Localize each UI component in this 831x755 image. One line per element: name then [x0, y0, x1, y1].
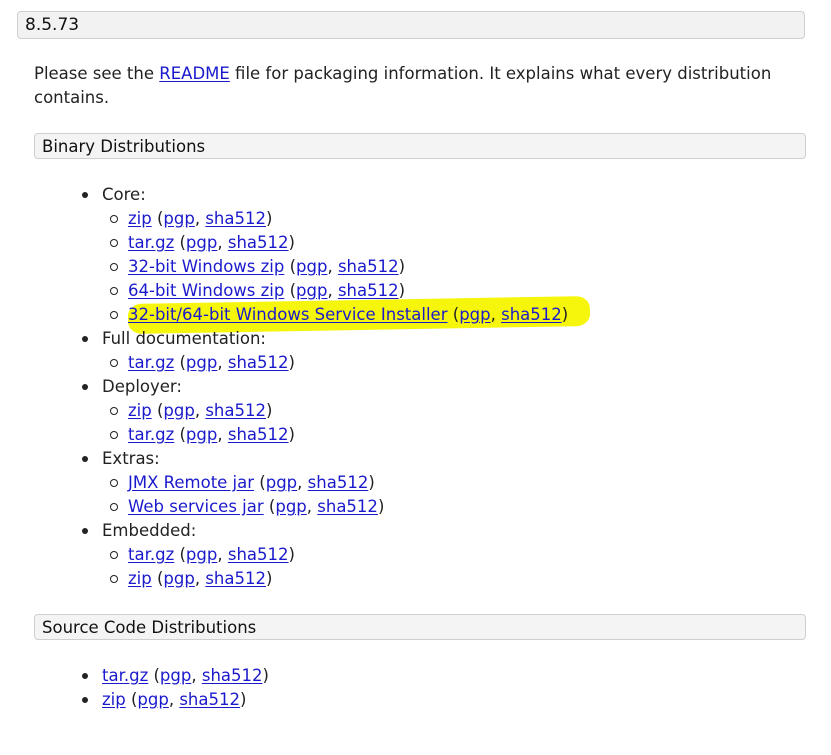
binary-distributions-title: Binary Distributions — [42, 137, 206, 156]
full-documentation-tar-gz-link[interactable]: tar.gz — [128, 353, 174, 372]
deployer-zip-pgp-link[interactable]: pgp — [163, 401, 194, 420]
list-item: tar.gz (pgp, sha512) — [78, 664, 269, 688]
distribution-file-list: zip (pgp, sha512) tar.gz (pgp, sha512) — [78, 399, 831, 447]
extras-web-services-jar-pgp-link[interactable]: pgp — [275, 497, 306, 516]
deployer-zip-link[interactable]: zip — [128, 401, 152, 420]
core-tar-gz-sha512-link[interactable]: sha512 — [228, 233, 289, 252]
core-32-bit-64-bit-windows-service-installer-link[interactable]: 32-bit/64-bit Windows Service Installer — [128, 305, 448, 324]
list-item: JMX Remote jar (pgp, sha512) — [110, 471, 831, 495]
core-tar-gz-link[interactable]: tar.gz — [128, 233, 174, 252]
core-32-bit-64-bit-windows-service-installer-pgp-link[interactable]: pgp — [459, 305, 490, 324]
distribution-group-label: Core: — [102, 185, 146, 204]
core-32-bit-windows-zip-pgp-link[interactable]: pgp — [296, 257, 327, 276]
list-item: zip (pgp, sha512) — [110, 207, 831, 231]
distribution-file-list: tar.gz (pgp, sha512) — [78, 351, 831, 375]
full-documentation-tar-gz-pgp-link[interactable]: pgp — [186, 353, 217, 372]
extras-jmx-remote-jar-sha512-link[interactable]: sha512 — [308, 473, 369, 492]
binary-distributions-list: Core: zip (pgp, sha512) tar.gz (pgp, sha51… — [78, 183, 831, 591]
intro-paragraph: Please see the README file for packaging… — [34, 64, 772, 107]
source-zip-link[interactable]: zip — [102, 690, 126, 709]
source-tar-gz-pgp-link[interactable]: pgp — [160, 666, 191, 685]
extras-web-services-jar-link[interactable]: Web services jar — [128, 497, 264, 516]
core-32-bit-windows-zip-sha512-link[interactable]: sha512 — [338, 257, 399, 276]
distribution-group-core: Core: zip (pgp, sha512) tar.gz (pgp, sha51… — [78, 183, 831, 327]
distribution-group-label: Extras: — [102, 449, 160, 468]
core-zip-sha512-link[interactable]: sha512 — [205, 209, 266, 228]
source-distributions-header: Source Code Distributions — [34, 614, 806, 640]
core-64-bit-windows-zip-link[interactable]: 64-bit Windows zip — [128, 281, 284, 300]
embedded-zip-link[interactable]: zip — [128, 569, 152, 588]
distribution-group-label: Embedded: — [102, 521, 197, 540]
embedded-tar-gz-pgp-link[interactable]: pgp — [186, 545, 217, 564]
full-documentation-tar-gz-sha512-link[interactable]: sha512 — [228, 353, 289, 372]
source-zip-pgp-link[interactable]: pgp — [137, 690, 168, 709]
deployer-tar-gz-link[interactable]: tar.gz — [128, 425, 174, 444]
list-item: 32-bit Windows zip (pgp, sha512) — [110, 255, 831, 279]
list-item: zip (pgp, sha512) — [110, 567, 831, 591]
distribution-file-list: tar.gz (pgp, sha512) zip (pgp, sha512) — [78, 543, 831, 591]
core-32-bit-windows-zip-link[interactable]: 32-bit Windows zip — [128, 257, 284, 276]
list-item: tar.gz (pgp, sha512) — [110, 231, 831, 255]
distribution-file-list: zip (pgp, sha512) tar.gz (pgp, sha512) 32-… — [78, 207, 831, 327]
source-tar-gz-link[interactable]: tar.gz — [102, 666, 148, 685]
list-item: 64-bit Windows zip (pgp, sha512) — [110, 279, 831, 303]
distribution-group-label: Deployer: — [102, 377, 182, 396]
embedded-zip-pgp-link[interactable]: pgp — [163, 569, 194, 588]
list-item: Web services jar (pgp, sha512) — [110, 495, 831, 519]
embedded-zip-sha512-link[interactable]: sha512 — [205, 569, 266, 588]
version-header: 8.5.73 — [17, 11, 805, 39]
extras-jmx-remote-jar-link[interactable]: JMX Remote jar — [128, 473, 254, 492]
core-64-bit-windows-zip-pgp-link[interactable]: pgp — [296, 281, 327, 300]
extras-web-services-jar-sha512-link[interactable]: sha512 — [317, 497, 378, 516]
extras-jmx-remote-jar-pgp-link[interactable]: pgp — [266, 473, 297, 492]
distribution-group-label: Full documentation: — [102, 329, 266, 348]
embedded-tar-gz-link[interactable]: tar.gz — [128, 545, 174, 564]
source-tar-gz-sha512-link[interactable]: sha512 — [202, 666, 263, 685]
core-tar-gz-pgp-link[interactable]: pgp — [186, 233, 217, 252]
core-zip-link[interactable]: zip — [128, 209, 152, 228]
list-item: zip (pgp, sha512) — [110, 399, 831, 423]
source-distributions-list: tar.gz (pgp, sha512) zip (pgp, sha512) — [78, 664, 269, 712]
deployer-tar-gz-sha512-link[interactable]: sha512 — [228, 425, 289, 444]
list-item: tar.gz (pgp, sha512) — [110, 351, 831, 375]
deployer-zip-sha512-link[interactable]: sha512 — [205, 401, 266, 420]
list-item-highlighted: 32-bit/64-bit Windows Service Installer … — [110, 303, 831, 327]
core-64-bit-windows-zip-sha512-link[interactable]: sha512 — [338, 281, 399, 300]
source-distributions-title: Source Code Distributions — [42, 618, 257, 637]
readme-link[interactable]: README — [159, 64, 230, 83]
distribution-group-full-documentation: Full documentation: tar.gz (pgp, sha512) — [78, 327, 831, 375]
embedded-tar-gz-sha512-link[interactable]: sha512 — [228, 545, 289, 564]
source-zip-sha512-link[interactable]: sha512 — [179, 690, 240, 709]
list-item: zip (pgp, sha512) — [78, 688, 269, 712]
distribution-group-embedded: Embedded: tar.gz (pgp, sha512) zip (pgp, s… — [78, 519, 831, 591]
list-item: tar.gz (pgp, sha512) — [110, 543, 831, 567]
list-item: tar.gz (pgp, sha512) — [110, 423, 831, 447]
distribution-file-list: JMX Remote jar (pgp, sha512) Web services… — [78, 471, 831, 519]
core-zip-pgp-link[interactable]: pgp — [163, 209, 194, 228]
binary-distributions-header: Binary Distributions — [34, 133, 806, 159]
distribution-group-deployer: Deployer: zip (pgp, sha512) tar.gz (pgp, s… — [78, 375, 831, 447]
deployer-tar-gz-pgp-link[interactable]: pgp — [186, 425, 217, 444]
distribution-group-extras: Extras: JMX Remote jar (pgp, sha512) Web s… — [78, 447, 831, 519]
version-title: 8.5.73 — [25, 15, 80, 35]
core-32-bit-64-bit-windows-service-installer-sha512-link[interactable]: sha512 — [501, 305, 562, 324]
